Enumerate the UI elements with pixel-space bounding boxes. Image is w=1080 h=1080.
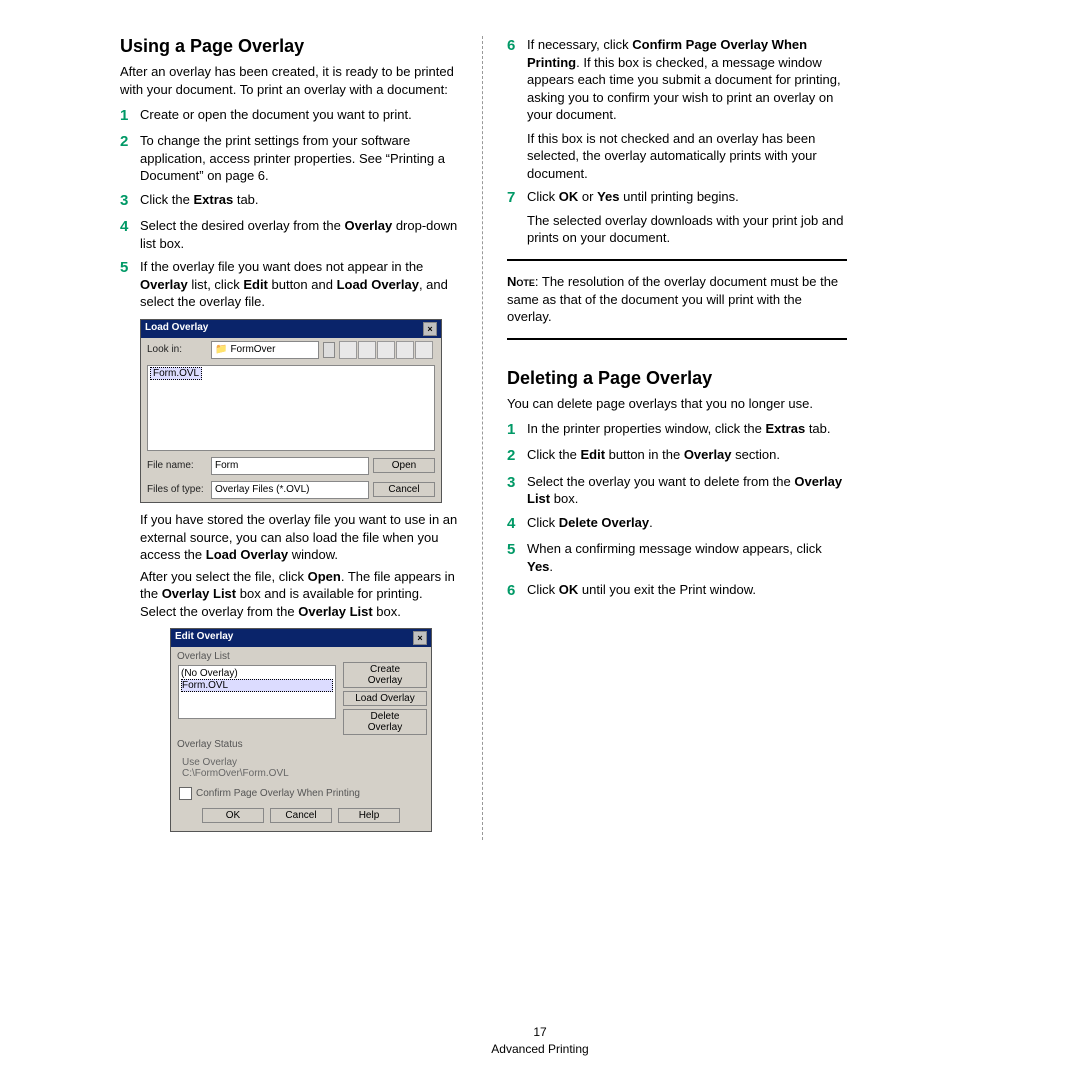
list-icon [396,341,414,359]
checkbox-icon [179,787,192,800]
using-intro: After an overlay has been created, it is… [120,63,460,98]
close-icon: × [423,322,437,336]
lookin-row: Look in: 📁 FormOver [141,338,441,362]
edit-overlay-dialog: Edit Overlay × Overlay List (No Overlay)… [170,628,432,832]
confirm-label: Confirm Page Overlay When Printing [196,788,360,799]
close-icon: × [413,631,427,645]
note: Note: The resolution of the overlay docu… [507,273,847,326]
overlay-status: Use Overlay C:\FormOver\Form.OVL [178,753,424,783]
file-item: Form.OVL [150,367,202,380]
step-text: In the printer properties window, click … [527,420,847,440]
delete-heading: Deleting a Page Overlay [507,368,847,389]
note-rule-bottom [507,338,847,340]
step-num: 5 [120,258,140,311]
open-button: Open [373,458,435,473]
step-text: When a confirming message window appears… [527,540,847,575]
file-list: Form.OVL [147,365,435,451]
lookin-label: Look in: [147,344,207,355]
column-divider [482,36,483,840]
dialog-body: Overlay List (No Overlay) Form.OVL Creat… [171,647,431,831]
button-row: OK Cancel Help [175,804,427,827]
using-steps: 1Create or open the document you want to… [120,106,460,311]
dialog-title: Edit Overlay [175,631,233,645]
load-overlay-dialog: Load Overlay × Look in: 📁 FormOver Form.… [140,319,442,503]
filename-field: Form [211,457,369,475]
page: Using a Page Overlay After an overlay ha… [0,0,1080,860]
toolbar [339,341,433,359]
details-icon [415,341,433,359]
step-text: If necessary, click Confirm Page Overlay… [527,36,847,182]
step-text: Click OK until you exit the Print window… [527,581,847,601]
step-num: 2 [507,446,527,466]
step-subtext: The selected overlay downloads with your… [527,212,847,247]
right-column: 6 If necessary, click Confirm Page Overl… [485,36,847,840]
step-text: Select the desired overlay from the Over… [140,217,460,252]
step-text: Click OK or Yes until printing begins. T… [527,188,847,247]
using-heading: Using a Page Overlay [120,36,460,57]
step-text: Create or open the document you want to … [140,106,460,126]
dropdown-icon [323,342,335,358]
step-subtext: If this box is not checked and an overla… [527,130,847,183]
confirm-checkbox-row: Confirm Page Overlay When Printing [179,787,423,800]
note-label: Note [507,274,535,289]
ok-button: OK [202,808,264,823]
step-num: 1 [507,420,527,440]
filename-label: File name: [147,460,207,471]
delete-overlay-button: Delete Overlay [343,709,427,735]
para-external: If you have stored the overlay file you … [140,511,460,564]
lookin-field: 📁 FormOver [211,341,319,359]
overlay-list-label: Overlay List [175,651,427,662]
newfolder-icon [377,341,395,359]
step-text: Click Delete Overlay. [527,514,847,534]
filetype-field: Overlay Files (*.OVL) [211,481,369,499]
step-text: If the overlay file you want does not ap… [140,258,460,311]
step-num: 5 [507,540,527,575]
step-num: 4 [507,514,527,534]
list-item: (No Overlay) [181,668,333,679]
step-num: 4 [120,217,140,252]
step-num: 1 [120,106,140,126]
step-num: 3 [120,191,140,211]
step-text: Select the overlay you want to delete fr… [527,473,847,508]
step-text: Click the Extras tab. [140,191,460,211]
overlay-status-label: Overlay Status [175,739,427,750]
delete-steps: 1In the printer properties window, click… [507,420,847,601]
dialog-title: Load Overlay [145,322,208,336]
dialog-titlebar: Edit Overlay × [171,629,431,647]
step-num: 3 [507,473,527,508]
up-icon [339,341,357,359]
note-rule-top [507,259,847,261]
overlay-list: (No Overlay) Form.OVL [178,665,336,719]
cancel-button: Cancel [270,808,332,823]
list-item: Form.OVL [181,679,333,692]
para-open: After you select the file, click Open. T… [140,568,460,621]
page-number: 17 [0,1024,1080,1041]
step-num: 2 [120,132,140,185]
using-steps-cont: 6 If necessary, click Confirm Page Overl… [507,36,847,247]
filename-row: File name: Form Open [141,454,441,478]
step-text: To change the print settings from your s… [140,132,460,185]
cancel-button: Cancel [373,482,435,497]
footer: 17 Advanced Printing [0,1024,1080,1058]
filetype-row: Files of type: Overlay Files (*.OVL) Can… [141,478,441,502]
dialog-titlebar: Load Overlay × [141,320,441,338]
step-text: Click the Edit button in the Overlay sec… [527,446,847,466]
left-column: Using a Page Overlay After an overlay ha… [120,36,480,840]
help-button: Help [338,808,400,823]
load-overlay-button: Load Overlay [343,691,427,706]
filetype-label: Files of type: [147,484,207,495]
step-num: 6 [507,36,527,182]
create-overlay-button: Create Overlay [343,662,427,688]
desktop-icon [358,341,376,359]
footer-title: Advanced Printing [0,1041,1080,1058]
step-num: 7 [507,188,527,247]
step-num: 6 [507,581,527,601]
delete-intro: You can delete page overlays that you no… [507,395,847,413]
